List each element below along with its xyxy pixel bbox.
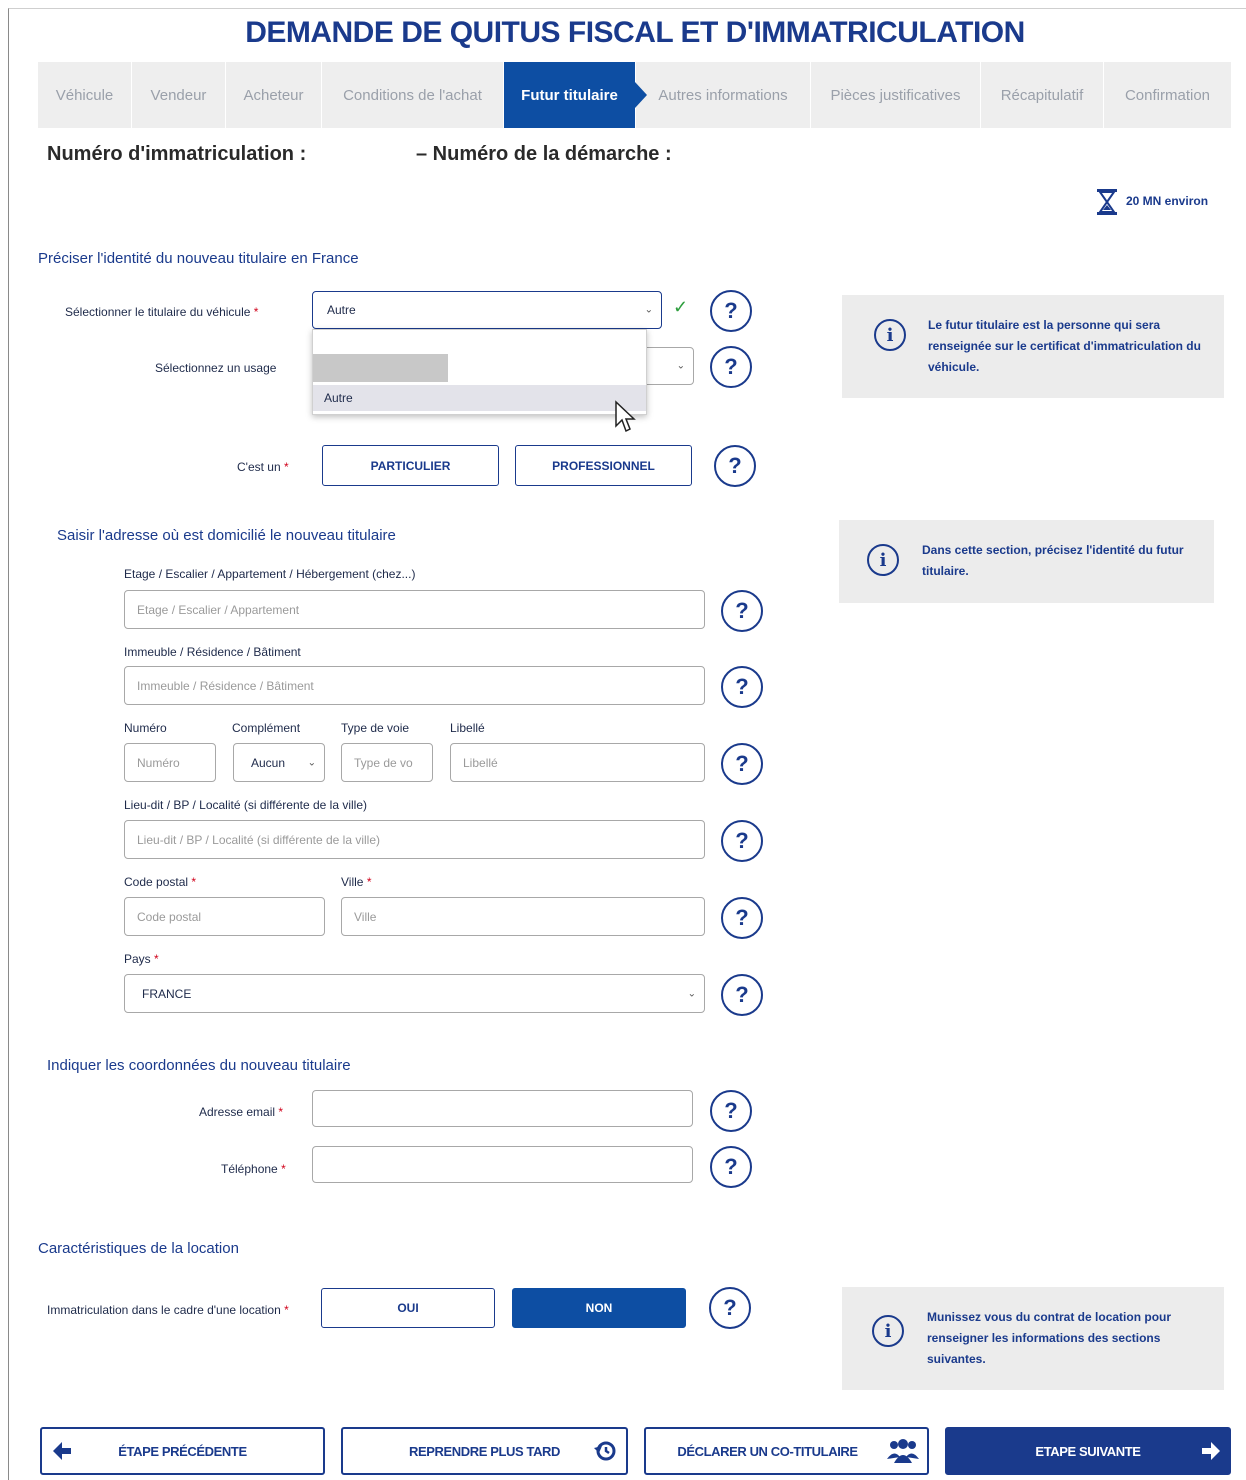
help-icon-etage[interactable]: ? <box>721 590 763 632</box>
identity-section-title: Préciser l'identité du nouveau titulaire… <box>38 250 359 267</box>
holder-dropdown-list: Autre <box>312 329 647 415</box>
step-pieces[interactable]: Pièces justificatives <box>811 62 981 128</box>
step-vehicule[interactable]: Véhicule <box>38 62 132 128</box>
help-icon-usage[interactable]: ? <box>710 346 752 388</box>
info-text-location: Munissez vous du contrat de location pou… <box>927 1310 1172 1366</box>
non-button[interactable]: NON <box>512 1288 686 1328</box>
ville-label: Ville * <box>341 875 372 889</box>
info-box-location: i Munissez vous du contrat de location p… <box>842 1287 1224 1390</box>
duration-text: 20 MN environ <box>1126 194 1209 208</box>
etage-input[interactable]: Etage / Escalier / Appartement <box>124 590 705 629</box>
help-icon-location[interactable]: ? <box>709 1287 751 1329</box>
numero-label: Numéro <box>124 721 167 735</box>
info-text-titulaire: Le futur titulaire est la personne qui s… <box>928 318 1201 374</box>
ville-input[interactable]: Ville <box>341 897 705 936</box>
typevoie-label: Type de voie <box>341 721 410 735</box>
contact-section-title: Indiquer les coordonnées du nouveau titu… <box>47 1057 351 1074</box>
info-box-identite: i Dans cette section, précisez l'identit… <box>839 520 1214 603</box>
complement-select[interactable]: Aucun ⌄ <box>233 743 325 782</box>
step-conditions[interactable]: Conditions de l'achat <box>322 62 504 128</box>
step-acheteur[interactable]: Acheteur <box>226 62 322 128</box>
type-label: C'est un * <box>237 460 289 474</box>
previous-step-button[interactable]: ÉTAPE PRÉCÉDENTE <box>40 1427 325 1475</box>
info-icon: i <box>872 1315 904 1347</box>
email-input[interactable] <box>312 1090 693 1127</box>
dropdown-option-blank[interactable] <box>313 354 448 382</box>
typevoie-input[interactable]: Type de vo <box>341 743 433 782</box>
libelle-input[interactable]: Libellé <box>450 743 705 782</box>
mouse-cursor-icon <box>614 400 636 439</box>
complement-label: Complément <box>232 721 301 735</box>
oui-button[interactable]: OUI <box>321 1288 495 1328</box>
hourglass-icon <box>1096 188 1120 216</box>
help-icon-voie[interactable]: ? <box>721 743 763 785</box>
step-confirmation[interactable]: Confirmation <box>1104 62 1231 128</box>
chevron-down-icon: ⌄ <box>644 304 653 316</box>
valid-check-icon: ✓ <box>673 297 689 317</box>
location-section-title: Caractéristiques de la location <box>38 1240 239 1257</box>
help-icon-ville[interactable]: ? <box>721 897 763 939</box>
help-icon-type[interactable]: ? <box>714 445 756 487</box>
info-box-titulaire: i Le futur titulaire est la personne qui… <box>842 295 1224 398</box>
holder-select[interactable]: Autre ⌄ <box>312 291 662 329</box>
cp-label: Code postal * <box>124 875 197 889</box>
holder-label: Sélectionner le titulaire du véhicule * <box>65 305 259 319</box>
users-icon <box>886 1437 920 1468</box>
step-futur-titulaire[interactable]: Futur titulaire <box>504 62 647 128</box>
email-label: Adresse email * <box>199 1105 284 1119</box>
info-text-identite: Dans cette section, précisez l'identité … <box>922 543 1184 578</box>
immeuble-label: Immeuble / Résidence / Bâtiment <box>124 645 301 659</box>
numero-input[interactable]: Numéro <box>124 743 216 782</box>
help-icon-holder[interactable]: ? <box>710 290 752 332</box>
info-icon: i <box>874 319 906 351</box>
dropdown-option-autre[interactable]: Autre <box>313 385 646 411</box>
step-autres-informations[interactable]: Autres informations <box>636 62 811 128</box>
page-title: DEMANDE DE QUITUS FISCAL ET D'IMMATRICUL… <box>245 16 1025 49</box>
help-icon-email[interactable]: ? <box>710 1090 752 1132</box>
tel-input[interactable] <box>312 1146 693 1183</box>
chevron-down-icon: ⌄ <box>676 360 685 372</box>
info-icon: i <box>867 544 899 576</box>
professionnel-button[interactable]: PROFESSIONNEL <box>515 445 692 486</box>
next-step-button[interactable]: ETAPE SUIVANTE <box>945 1427 1231 1475</box>
resume-later-button[interactable]: REPRENDRE PLUS TARD <box>341 1427 628 1475</box>
help-icon-immeuble[interactable]: ? <box>721 666 763 708</box>
arrow-left-icon <box>50 1439 74 1466</box>
pays-label: Pays * <box>124 952 159 966</box>
address-section-title: Saisir l'adresse où est domicilié le nou… <box>57 527 396 544</box>
arrow-right-icon <box>1199 1439 1223 1466</box>
immat-label: Numéro d'immatriculation : <box>47 143 307 165</box>
cp-input[interactable]: Code postal <box>124 897 325 936</box>
help-icon-tel[interactable]: ? <box>710 1146 752 1188</box>
step-vendeur[interactable]: Vendeur <box>132 62 226 128</box>
tel-label: Téléphone * <box>221 1162 286 1176</box>
chevron-down-icon: ⌄ <box>307 757 316 768</box>
chevron-down-icon: ⌄ <box>687 988 696 999</box>
libelle-label: Libellé <box>450 721 485 735</box>
help-icon-lieudit[interactable]: ? <box>721 820 763 862</box>
declare-cotitulaire-button[interactable]: DÉCLARER UN CO-TITULAIRE <box>644 1427 929 1475</box>
immeuble-input[interactable]: Immeuble / Résidence / Bâtiment <box>124 666 705 705</box>
location-question: Immatriculation dans le cadre d'une loca… <box>47 1303 289 1317</box>
usage-label: Sélectionnez un usage <box>155 361 277 375</box>
help-icon-pays[interactable]: ? <box>721 974 763 1016</box>
etage-label: Etage / Escalier / Appartement / Héberge… <box>124 567 416 581</box>
lieudit-input[interactable]: Lieu-dit / BP / Localité (si différente … <box>124 820 705 859</box>
demarche-label: – Numéro de la démarche : <box>416 143 672 165</box>
history-icon <box>593 1439 617 1466</box>
particulier-button[interactable]: PARTICULIER <box>322 445 499 486</box>
pays-select[interactable]: FRANCE ⌄ <box>124 974 705 1013</box>
step-recapitulatif[interactable]: Récapitulatif <box>981 62 1104 128</box>
lieudit-label: Lieu-dit / BP / Localité (si différente … <box>124 798 368 812</box>
step-bar: Véhicule Vendeur Acheteur Conditions de … <box>38 62 1231 128</box>
